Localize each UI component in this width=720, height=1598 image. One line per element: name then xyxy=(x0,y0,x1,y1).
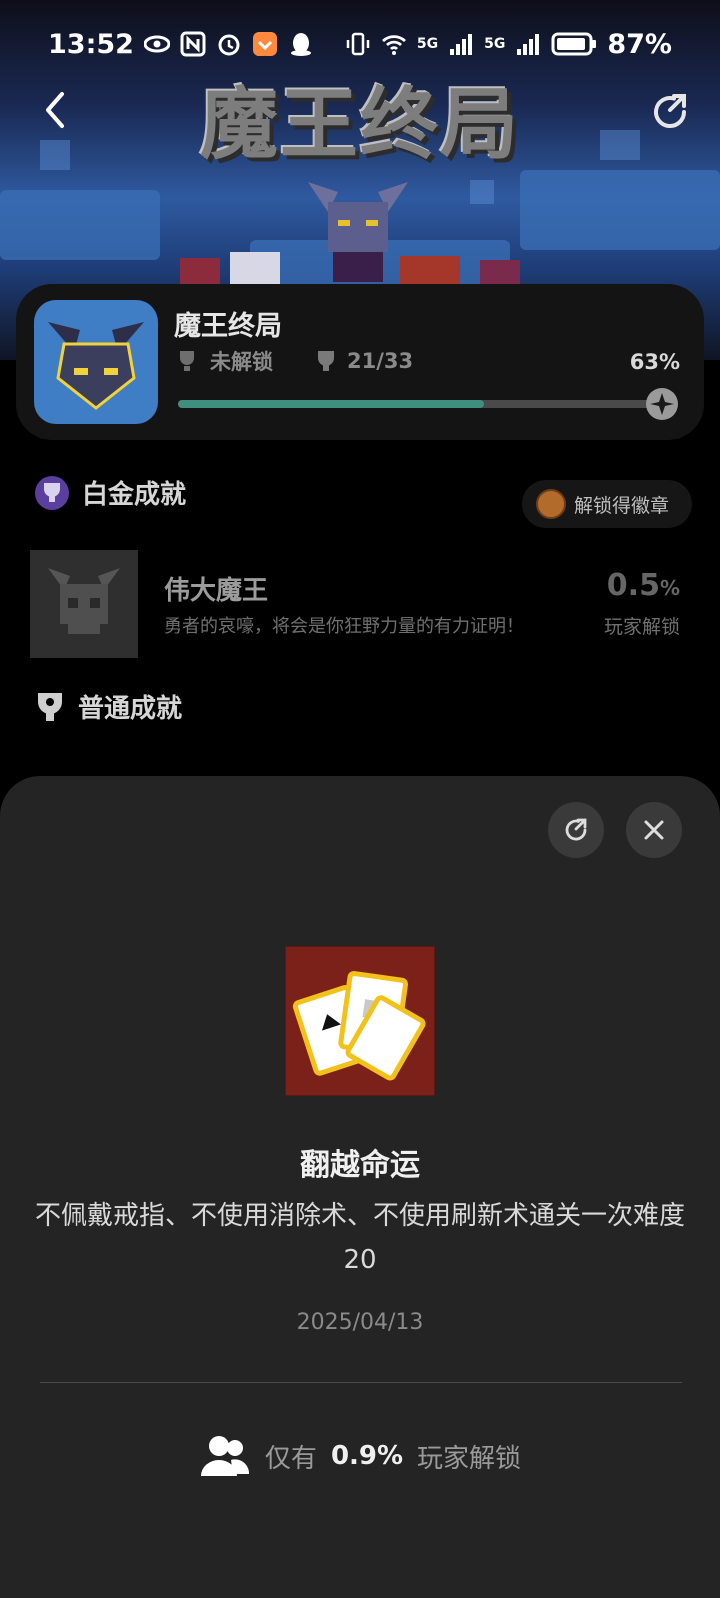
signal-icon xyxy=(517,34,540,55)
achievement-detail-image xyxy=(285,946,435,1096)
platinum-achievement-item[interactable]: 伟大魔王 勇者的哀嚎，将会是你狂野力量的有力证明！ 0.5% 玩家解锁 xyxy=(30,550,690,660)
achievement-unlock-date: 2025/04/13 xyxy=(296,1310,424,1335)
network-type-2: 5G xyxy=(484,36,506,52)
unlock-badge-button[interactable]: 解锁得徽章 xyxy=(522,480,692,528)
medal-icon xyxy=(536,489,566,519)
platinum-section-header: 白金成就 xyxy=(34,474,186,511)
normal-section-title: 普通成就 xyxy=(78,694,183,724)
platinum-trophy-icon xyxy=(180,351,194,371)
platinum-status: 未解锁 xyxy=(210,350,273,374)
banner-cloud xyxy=(520,170,720,250)
achievement-name: 伟大魔王 xyxy=(164,576,269,606)
achievement-detail-sheet: 翻越命运 不佩戴戒指、不使用消除术、不使用刷新术通关一次难度20 2025/04… xyxy=(0,776,720,1598)
skull-icon xyxy=(48,568,120,634)
wifi-icon xyxy=(381,35,406,55)
progress-percent: 63% xyxy=(629,350,680,374)
achievement-image xyxy=(30,550,138,658)
sheet-share-button[interactable] xyxy=(548,802,604,858)
banner-pixel xyxy=(470,180,494,204)
share-icon xyxy=(565,818,587,841)
trophy-icon xyxy=(38,692,62,721)
status-time: 13:52 xyxy=(48,28,134,60)
minion-sprites xyxy=(180,252,520,288)
game-meta: 未解锁 21/33 xyxy=(174,346,413,376)
sheet-close-button[interactable] xyxy=(626,802,682,858)
battery-icon xyxy=(551,32,597,56)
achievement-detail-name: 翻越命运 xyxy=(300,1148,420,1183)
banner-pixel xyxy=(600,130,640,160)
trophy-icon xyxy=(318,351,334,371)
unlock-rate-suffix: 玩家解锁 xyxy=(417,1443,522,1474)
platinum-section-title: 白金成就 xyxy=(82,480,187,510)
progress-bar xyxy=(178,400,664,408)
progress-goal-icon xyxy=(646,388,678,420)
banner-pixel xyxy=(40,140,70,170)
share-icon[interactable] xyxy=(648,90,692,134)
status-bar: 13:52 5G 5G 87% xyxy=(0,0,720,88)
eye-icon xyxy=(143,35,170,53)
normal-section-header: 普通成就 xyxy=(34,688,182,725)
demon-head-icon xyxy=(48,322,144,410)
achievement-rate-value: 0.5 xyxy=(606,568,660,603)
achievement-rate-unit: % xyxy=(659,576,680,600)
unlock-rate-row: 仅有 0.9% 玩家解锁 xyxy=(0,1434,720,1478)
game-title: 魔王终局 xyxy=(174,311,282,342)
achievement-rate: 0.5% xyxy=(607,568,680,603)
qq-icon xyxy=(290,33,311,56)
unlock-badge-label: 解锁得徽章 xyxy=(574,494,670,517)
players-icon xyxy=(200,1436,249,1476)
banner-cloud xyxy=(0,190,160,260)
progress-fill xyxy=(178,400,485,408)
unlock-rate-value: 0.9% xyxy=(330,1441,404,1471)
platinum-cup-icon xyxy=(35,475,69,510)
battery-level: 87% xyxy=(607,28,672,60)
achievement-detail-description: 不佩戴戒指、不使用消除术、不使用刷新术通关一次难度20 xyxy=(34,1201,685,1275)
achievement-rate-label: 玩家解锁 xyxy=(603,616,680,638)
alarm-icon xyxy=(218,34,240,56)
vibrate-icon xyxy=(346,32,370,56)
achievement-description: 勇者的哀嚎，将会是你狂野力量的有力证明！ xyxy=(164,616,524,637)
nfc-icon xyxy=(180,31,206,57)
close-icon xyxy=(644,820,664,840)
network-type-1: 5G xyxy=(416,36,439,52)
trophy-count: 21/33 xyxy=(347,349,414,373)
divider xyxy=(40,1382,682,1383)
app-notification-icon xyxy=(252,32,277,56)
unlock-rate-prefix: 仅有 xyxy=(264,1443,317,1474)
back-arrow-icon[interactable] xyxy=(36,90,76,130)
signal-icon xyxy=(450,34,473,55)
game-app-icon xyxy=(34,300,158,424)
playing-cards-icon xyxy=(292,971,426,1081)
game-summary-card[interactable]: 魔王终局 未解锁 21/33 63% xyxy=(16,284,704,440)
